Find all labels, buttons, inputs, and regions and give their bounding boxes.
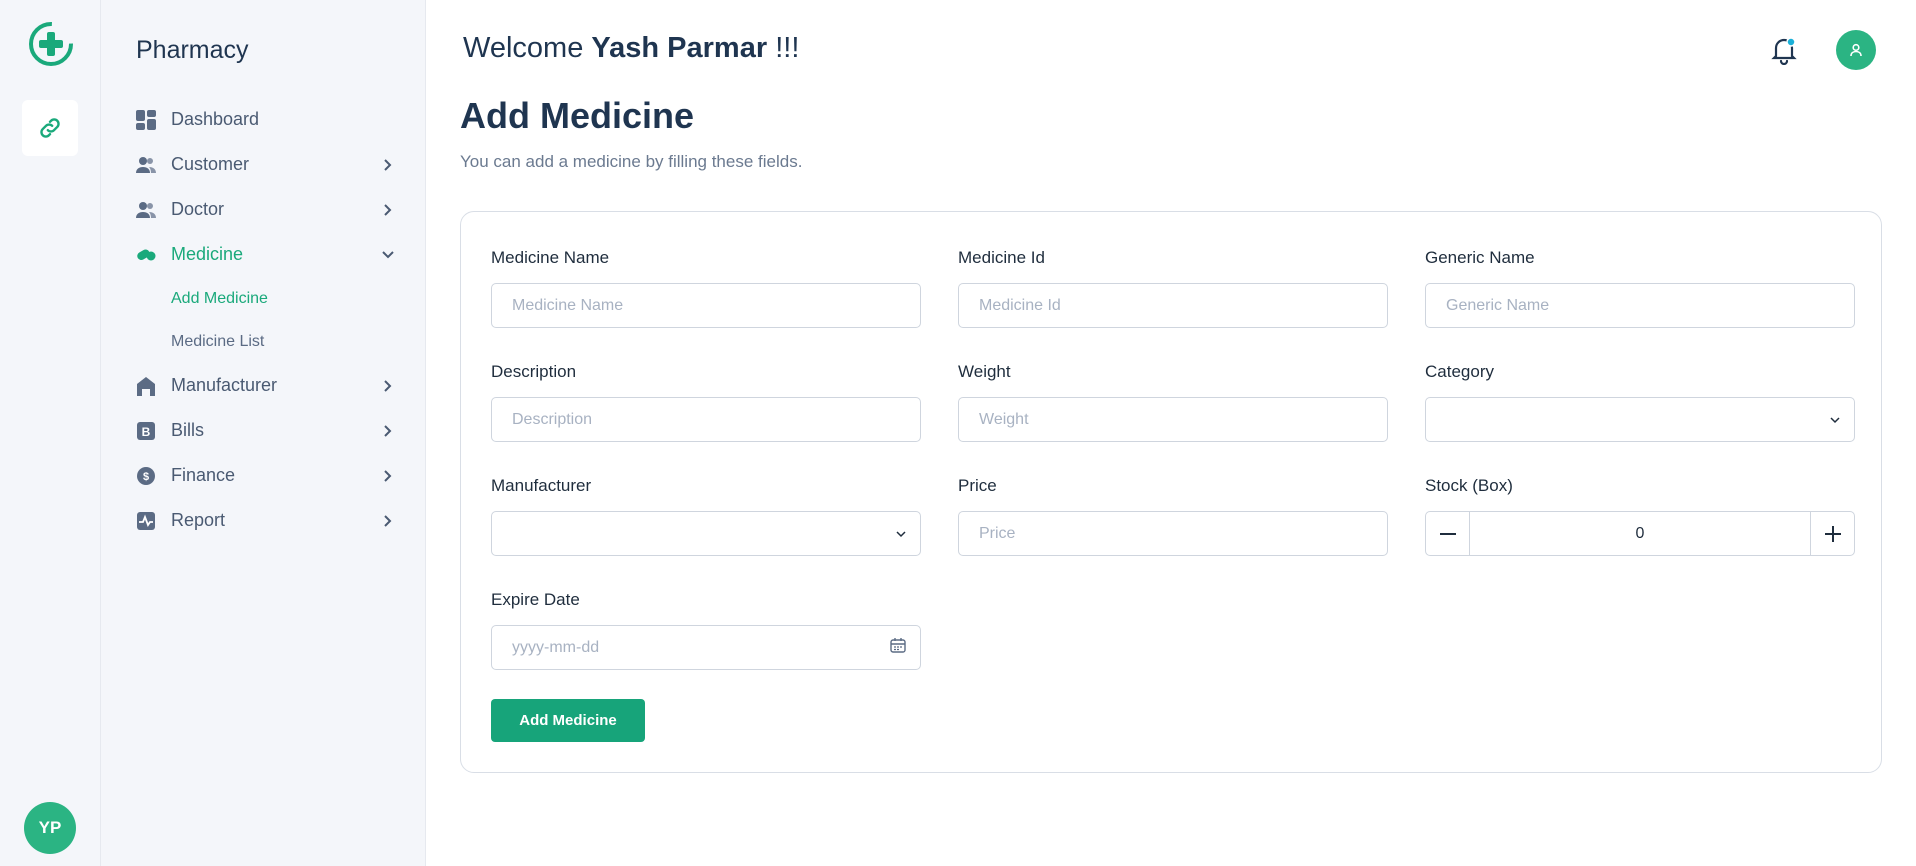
expire-date-input[interactable]: yyyy-mm-dd — [491, 625, 921, 670]
welcome-prefix: Welcome — [463, 32, 584, 64]
price-group: Price — [958, 476, 1388, 556]
minus-icon[interactable] — [1426, 512, 1470, 555]
generic-name-label: Generic Name — [1425, 248, 1535, 267]
category-select[interactable] — [1425, 397, 1855, 442]
weight-group: Weight — [958, 362, 1388, 442]
sidebar: Pharmacy Dashboard Customer Doctor Medic… — [101, 0, 426, 866]
sidebar-item-label: Customer — [171, 154, 250, 174]
stock-value[interactable]: 0 — [1470, 512, 1810, 555]
stock-stepper: 0 — [1425, 511, 1855, 556]
add-medicine-button[interactable]: Add Medicine — [491, 699, 645, 742]
page-subtitle: You can add a medicine by filling these … — [460, 152, 803, 171]
sidebar-nav: Dashboard Customer Doctor Medicine Add M… — [136, 97, 396, 543]
users-icon — [136, 155, 156, 175]
weight-input[interactable] — [958, 397, 1388, 442]
icon-rail: YP — [0, 0, 101, 866]
chevron-right-icon — [380, 423, 396, 439]
sidebar-item-manufacturer[interactable]: Manufacturer — [136, 363, 396, 408]
manufacturer-select[interactable] — [491, 511, 921, 556]
pharmacy-logo-icon[interactable] — [27, 20, 75, 68]
chevron-down-icon — [1830, 411, 1840, 429]
description-group: Description — [491, 362, 921, 442]
sidebar-item-label: Medicine — [171, 244, 244, 264]
pulse-icon — [136, 511, 156, 531]
bill-icon: B — [136, 421, 156, 441]
medicine-id-group: Medicine Id — [958, 248, 1388, 328]
chevron-down-icon — [896, 525, 906, 543]
generic-name-group: Generic Name — [1425, 248, 1855, 328]
medicine-name-input[interactable] — [491, 283, 921, 328]
category-label: Category — [1425, 362, 1494, 381]
generic-name-input[interactable] — [1425, 283, 1855, 328]
sidebar-item-finance[interactable]: $ Finance — [136, 453, 396, 498]
avatar[interactable]: YP — [24, 802, 76, 854]
medicine-id-input[interactable] — [958, 283, 1388, 328]
manufacturer-label: Manufacturer — [491, 476, 592, 495]
expire-date-placeholder: yyyy-mm-dd — [512, 638, 600, 656]
description-label: Description — [491, 362, 577, 381]
sidebar-item-label: Dashboard — [171, 109, 260, 129]
brand-title: Pharmacy — [136, 36, 249, 64]
price-input[interactable] — [958, 511, 1388, 556]
medicine-name-group: Medicine Name — [491, 248, 921, 328]
users-icon — [136, 200, 156, 220]
welcome-message: Welcome Yash Parmar !!! — [463, 32, 799, 65]
stock-label: Stock (Box) — [1425, 476, 1513, 495]
dollar-icon: $ — [136, 466, 156, 486]
user-menu-icon[interactable] — [1836, 30, 1876, 70]
sidebar-item-medicine[interactable]: Medicine — [136, 232, 396, 277]
svg-text:B: B — [142, 425, 151, 439]
stock-group: Stock (Box) 0 — [1425, 476, 1855, 556]
medicine-id-label: Medicine Id — [958, 248, 1045, 267]
chevron-right-icon — [380, 468, 396, 484]
chevron-right-icon — [380, 378, 396, 394]
sidebar-item-label: Manufacturer — [171, 375, 278, 395]
svg-text:$: $ — [143, 471, 149, 483]
medicine-name-label: Medicine Name — [491, 248, 610, 267]
link-icon[interactable] — [22, 100, 78, 156]
pill-icon — [136, 245, 156, 265]
welcome-suffix: !!! — [775, 32, 800, 64]
sidebar-item-report[interactable]: Report — [136, 498, 396, 543]
chevron-right-icon — [380, 157, 396, 173]
expire-date-label: Expire Date — [491, 590, 580, 609]
user-name: Yash Parmar — [591, 32, 768, 64]
chevron-right-icon — [380, 513, 396, 529]
sidebar-item-label: Doctor — [171, 199, 225, 219]
submenu-item-medicine-list[interactable]: Medicine List — [171, 320, 396, 363]
add-medicine-form: Medicine Name Medicine Id Generic Name D… — [460, 211, 1882, 773]
sidebar-item-customer[interactable]: Customer — [136, 142, 396, 187]
sidebar-item-doctor[interactable]: Doctor — [136, 187, 396, 232]
chevron-down-icon — [380, 247, 396, 263]
category-group: Category — [1425, 362, 1855, 442]
sidebar-item-label: Report — [171, 510, 226, 530]
notification-bell-icon[interactable] — [1770, 35, 1798, 66]
price-label: Price — [958, 476, 997, 495]
calendar-icon[interactable] — [890, 637, 906, 658]
weight-label: Weight — [958, 362, 1011, 381]
medicine-submenu: Add Medicine Medicine List — [136, 277, 396, 363]
expire-date-group: Expire Date yyyy-mm-dd — [491, 590, 921, 670]
submenu-item-add-medicine[interactable]: Add Medicine — [171, 277, 396, 320]
chevron-right-icon — [380, 202, 396, 218]
description-input[interactable] — [491, 397, 921, 442]
factory-icon — [136, 376, 156, 396]
plus-icon[interactable] — [1810, 512, 1854, 555]
grid-icon — [136, 109, 156, 130]
page-title: Add Medicine — [460, 95, 695, 136]
sidebar-item-bills[interactable]: B Bills — [136, 408, 396, 453]
sidebar-item-dashboard[interactable]: Dashboard — [136, 97, 396, 142]
sidebar-item-label: Bills — [171, 420, 205, 440]
manufacturer-group: Manufacturer — [491, 476, 921, 556]
sidebar-item-label: Finance — [171, 465, 236, 485]
